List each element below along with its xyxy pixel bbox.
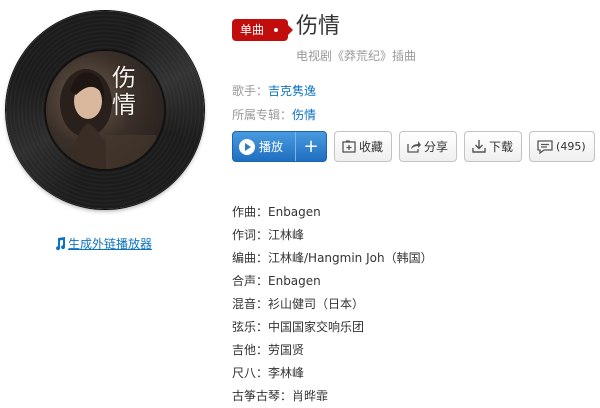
credit-line: 作词：江林峰 [232,228,305,242]
download-button[interactable]: 下载 [464,131,523,162]
album-disc: 伤 情 [6,11,206,211]
download-icon [472,140,486,153]
credits-list: 作曲：Enbagen 作词：江林峰 编曲：江林峰/Hangmin Joh（韩国）… [232,201,433,408]
credit-line: 弦乐：中国国家交响乐团 [232,320,365,334]
share-button[interactable]: 分享 [399,131,458,162]
play-button[interactable]: 播放 [233,132,295,161]
song-subtitle: 电视剧《莽荒纪》插曲 [296,49,417,63]
share-icon [407,141,422,153]
action-toolbar: 播放 + 收藏 分享 下载 (495) [232,131,595,162]
credit-line: 古筝古琴：肖晔霏 [232,389,329,403]
song-title: 伤情 [296,14,341,39]
credit-line: 编曲：江林峰/Hangmin Joh（韩国） [232,251,433,265]
credit-line: 尺八：李林峰 [232,366,305,380]
comment-icon [537,139,553,154]
add-to-playlist-button[interactable]: + [295,132,326,161]
play-button-group: 播放 + [232,131,327,162]
collect-button[interactable]: 收藏 [334,131,393,162]
album-link[interactable]: 伤情 [292,108,316,122]
album-row: 所属专辑：伤情 [232,108,317,122]
credit-line: 吉他：劳国贤 [232,343,305,357]
credit-line: 作曲：Enbagen [232,205,321,219]
singer-row: 歌手：吉克隽逸 [232,84,317,98]
comment-button[interactable]: (495) [529,131,595,162]
note-icon [56,236,66,250]
collect-icon [342,140,356,153]
album-cover: 伤 情 [46,51,164,169]
credit-line: 合声：Enbagen [232,274,321,288]
single-badge: 单曲 [232,19,293,41]
singer-link[interactable]: 吉克隽逸 [268,84,316,98]
play-icon [239,138,255,155]
cover-title: 伤 情 [112,64,136,119]
credit-line: 混音：衫山健司（日本） [232,297,365,311]
generate-external-player-link[interactable]: 生成外链播放器 [54,235,152,252]
